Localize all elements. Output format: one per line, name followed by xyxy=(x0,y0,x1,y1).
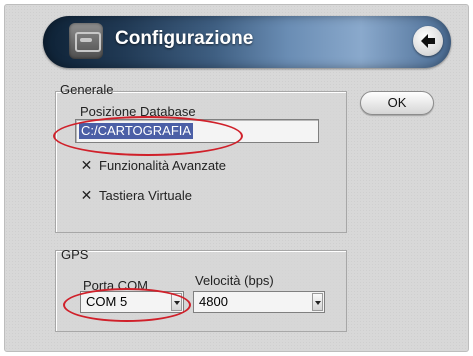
window-title: Configurazione xyxy=(115,28,254,49)
com-port-value: COM 5 xyxy=(86,294,128,309)
chevron-down-icon[interactable] xyxy=(312,293,323,311)
chevron-down-icon[interactable] xyxy=(171,293,182,311)
virtual-keyboard-label: Tastiera Virtuale xyxy=(99,188,192,203)
advanced-features-label: Funzionalità Avanzate xyxy=(99,158,226,173)
advanced-features-checkbox[interactable]: ✕ xyxy=(80,158,93,172)
ok-button[interactable]: OK xyxy=(360,91,434,115)
baud-rate-select[interactable]: 4800 xyxy=(193,291,325,313)
dialog-window: Configurazione Generale Posizione Databa… xyxy=(4,4,469,352)
arrow-left-icon xyxy=(421,34,435,48)
title-bar: Configurazione xyxy=(43,16,451,68)
general-group-label: Generale xyxy=(60,82,114,97)
database-path-input[interactable]: C:/CARTOGRAFIA xyxy=(75,119,319,143)
database-label: Posizione Database xyxy=(80,104,196,119)
virtual-keyboard-checkbox[interactable]: ✕ xyxy=(80,188,93,202)
hard-drive-icon xyxy=(69,23,103,59)
baud-rate-value: 4800 xyxy=(199,294,228,309)
baud-rate-label: Velocità (bps) xyxy=(195,273,274,288)
gps-group-label: GPS xyxy=(61,247,89,262)
back-button[interactable] xyxy=(413,26,443,56)
com-port-select[interactable]: COM 5 xyxy=(80,291,184,313)
database-path-value: C:/CARTOGRAFIA xyxy=(79,123,194,139)
